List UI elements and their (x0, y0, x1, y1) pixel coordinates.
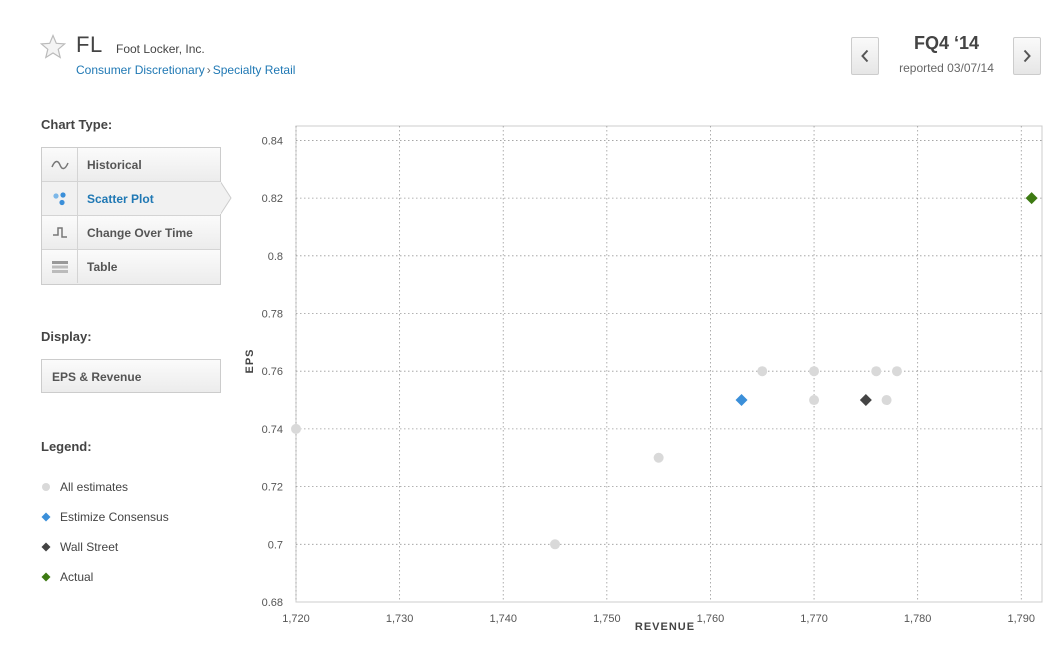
display-value: EPS & Revenue (52, 370, 142, 384)
chart-type-table[interactable]: Table (42, 250, 220, 284)
company-name: Foot Locker, Inc. (116, 42, 205, 56)
grey-circle-icon (42, 483, 50, 491)
chart-type-change-over-time[interactable]: Change Over Time (42, 216, 220, 250)
legend-text: Estimize Consensus (60, 510, 169, 524)
x-tick-label: 1,740 (489, 613, 517, 625)
chart-type-label-historical: Historical (87, 158, 142, 172)
sector-link[interactable]: Consumer Discretionary (76, 63, 205, 77)
display-label: Display: (41, 329, 92, 344)
y-tick-label: 0.84 (262, 135, 283, 147)
chevron-right-icon (1023, 49, 1031, 63)
chart-type-scatter-plot[interactable]: Scatter Plot (42, 182, 220, 216)
chart-type-historical[interactable]: Historical (42, 148, 220, 182)
y-tick-label: 0.7 (268, 539, 283, 551)
y-tick-label: 0.8 (268, 251, 283, 263)
ticker-symbol: FL (76, 32, 103, 57)
legend-label: Legend: (41, 439, 92, 454)
y-tick-label: 0.78 (262, 309, 283, 321)
x-tick-label: 1,790 (1008, 613, 1036, 625)
estimate-point[interactable] (809, 395, 820, 406)
estimate-point[interactable] (291, 423, 301, 434)
x-tick-label: 1,730 (386, 613, 414, 625)
green-diamond-icon (41, 572, 51, 582)
chart-grid (295, 125, 1043, 603)
previous-period-button[interactable] (851, 37, 879, 75)
fiscal-period: FQ4 ‘14 (913, 33, 980, 53)
estimate-point[interactable] (891, 366, 902, 377)
step-icon (42, 216, 78, 249)
chart-type-list: Historical Scatter Plot Change Over Time… (41, 147, 221, 285)
reported-date: reported 03/07/14 (899, 61, 994, 75)
active-tab-pointer (220, 181, 232, 215)
industry-link[interactable]: Specialty Retail (213, 63, 296, 77)
x-tick-label: 1,720 (282, 613, 310, 625)
blue-diamond-icon (41, 512, 51, 522)
plot-frame (295, 125, 1043, 603)
y-tick-label: 0.74 (262, 424, 283, 436)
estimate-point[interactable] (757, 366, 768, 377)
scatter-icon (42, 182, 78, 215)
estimate-point[interactable] (881, 395, 892, 406)
y-tick-label: 0.82 (262, 193, 283, 205)
estimate-point[interactable] (871, 366, 882, 377)
y-axis-ticks: 0.68 0.7 0.72 0.74 0.76 0.78 0.8 0.82 0.84 (262, 135, 283, 609)
wave-icon (42, 148, 78, 181)
x-tick-label: 1,750 (593, 613, 621, 625)
estimate-point[interactable] (653, 452, 664, 463)
actual-point[interactable] (1025, 192, 1038, 205)
estimize-consensus-point[interactable] (735, 394, 748, 407)
x-tick-label: 1,780 (904, 613, 932, 625)
next-period-button[interactable] (1013, 37, 1041, 75)
x-tick-label: 1,770 (800, 613, 828, 625)
chevron-left-icon (861, 49, 869, 63)
chart-type-label-scatter-plot: Scatter Plot (87, 192, 154, 206)
x-axis-label: REVENUE (635, 621, 695, 633)
breadcrumb-separator: › (206, 63, 211, 77)
chart-type-label: Chart Type: (41, 117, 113, 132)
favorite-star-icon[interactable] (40, 34, 66, 60)
chart-points (291, 192, 1038, 550)
display-select[interactable]: EPS & Revenue (41, 359, 221, 393)
legend-text: All estimates (60, 480, 129, 494)
legend-text: Actual (60, 570, 94, 584)
chart-type-label-table: Table (87, 260, 118, 274)
y-tick-label: 0.68 (262, 597, 283, 609)
table-icon (42, 250, 78, 283)
y-tick-label: 0.76 (262, 366, 283, 378)
eps-revenue-scatter-chart: 1,720 1,730 1,740 1,750 1,760 1,770 1,780 1,790… (244, 125, 1043, 633)
estimate-point[interactable] (809, 366, 820, 377)
dark-diamond-icon (41, 542, 51, 552)
breadcrumb: Consumer Discretionary › Specialty Retail (76, 63, 295, 77)
estimate-point[interactable] (550, 539, 561, 550)
y-tick-label: 0.72 (262, 482, 283, 494)
chart-type-label-change-over-time: Change Over Time (87, 226, 193, 240)
y-axis-label: EPS (244, 348, 256, 373)
wall-street-point[interactable] (859, 394, 872, 407)
legend-text: Wall Street (60, 540, 119, 554)
x-tick-label: 1,760 (697, 613, 725, 625)
